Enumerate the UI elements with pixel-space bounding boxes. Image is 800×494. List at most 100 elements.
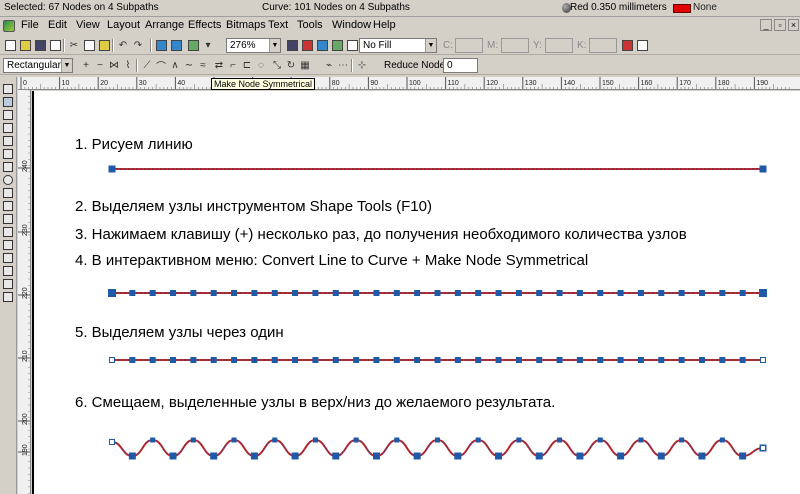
export-icon[interactable]: [169, 38, 183, 52]
alternate-node[interactable]: [332, 357, 339, 363]
minimize-icon[interactable]: _: [760, 19, 772, 31]
wave-end-node[interactable]: [760, 445, 766, 451]
wave-node[interactable]: [291, 452, 299, 460]
alternate-node[interactable]: [739, 357, 746, 363]
vertical-ruler[interactable]: 240 230 220 210 200 190: [18, 90, 31, 494]
extend-curve-icon[interactable]: ⌐: [226, 58, 240, 72]
line-node[interactable]: [658, 290, 665, 296]
alternate-node[interactable]: [210, 357, 217, 363]
chevron-down-icon[interactable]: ▼: [61, 59, 72, 72]
alternate-node[interactable]: [597, 357, 604, 363]
alternate-node[interactable]: [515, 357, 522, 363]
rectangle-tool-icon[interactable]: [2, 161, 15, 173]
wave-node[interactable]: [454, 452, 462, 460]
transform-icon[interactable]: [315, 38, 329, 52]
alternate-node[interactable]: [617, 357, 624, 363]
node-options-icon[interactable]: ⊹: [355, 58, 369, 72]
app-icon[interactable]: [3, 20, 15, 32]
line-node[interactable]: [739, 290, 746, 296]
chevron-down-icon[interactable]: ▼: [269, 39, 280, 52]
line-node[interactable]: [149, 290, 156, 296]
menu-text[interactable]: Text: [268, 19, 288, 31]
line-node[interactable]: [353, 290, 360, 296]
eyedropper-tool-icon[interactable]: [2, 252, 15, 264]
shape-tool-icon[interactable]: [2, 96, 15, 108]
color-picker-icon[interactable]: [620, 38, 634, 52]
line-node[interactable]: [414, 290, 421, 296]
alternate-node[interactable]: [271, 357, 278, 363]
undo-icon[interactable]: ↶: [116, 38, 130, 52]
menu-help[interactable]: Help: [373, 19, 396, 31]
alternate-node[interactable]: [393, 357, 400, 363]
wave-node[interactable]: [475, 437, 481, 443]
chevron-down-icon[interactable]: ▼: [425, 39, 436, 52]
menu-edit[interactable]: Edit: [48, 19, 67, 31]
delete-node-icon[interactable]: −: [93, 58, 107, 72]
wave-node[interactable]: [435, 437, 440, 443]
wave-node[interactable]: [657, 452, 665, 460]
alternate-node[interactable]: [698, 357, 705, 363]
alternate-node[interactable]: [637, 357, 644, 363]
elastic-mode-icon[interactable]: ⌁: [322, 58, 336, 72]
selection-mode-select[interactable]: Rectangular ▼: [3, 58, 73, 73]
reduce-nodes-field[interactable]: 0: [443, 58, 478, 73]
ellipse-tool-icon[interactable]: [2, 174, 15, 186]
alternate-node[interactable]: [658, 357, 665, 363]
alternate-end-node[interactable]: [760, 357, 766, 363]
line-node[interactable]: [597, 290, 604, 296]
new-file-icon[interactable]: [3, 38, 17, 52]
wave-node[interactable]: [332, 452, 340, 460]
line-node[interactable]: [271, 290, 278, 296]
drawing-canvas[interactable]: 1. Рисуем линию 2. Выделяем узлы инструм…: [32, 91, 800, 494]
line-node[interactable]: [312, 290, 319, 296]
alternate-node[interactable]: [475, 357, 482, 363]
alternate-node[interactable]: [536, 357, 543, 363]
menu-file[interactable]: File: [21, 19, 39, 31]
curve-drawing[interactable]: [32, 91, 800, 494]
alternate-node[interactable]: [454, 357, 461, 363]
wave-start-node[interactable]: [109, 439, 115, 445]
print-icon[interactable]: [48, 38, 62, 52]
wave-node[interactable]: [150, 437, 156, 443]
menu-bitmaps[interactable]: Bitmaps: [226, 19, 266, 31]
line-to-curve-icon[interactable]: ⌒: [154, 58, 168, 73]
rotate-nodes-icon[interactable]: ↻: [284, 58, 298, 72]
redo-icon[interactable]: ↷: [131, 38, 145, 52]
break-curve-icon[interactable]: ⌇: [121, 58, 135, 72]
wave-node[interactable]: [495, 452, 503, 460]
line-node[interactable]: [373, 290, 380, 296]
wave-node[interactable]: [353, 437, 359, 443]
reverse-direction-icon[interactable]: ⇄: [212, 58, 226, 72]
wave-node[interactable]: [231, 437, 237, 443]
fill-select[interactable]: No Fill ▼: [359, 38, 437, 53]
line-node[interactable]: [190, 290, 197, 296]
add-node-icon[interactable]: +: [79, 58, 93, 72]
pick-tool-icon[interactable]: [2, 83, 15, 95]
alternate-node[interactable]: [678, 357, 685, 363]
alternate-node[interactable]: [353, 357, 360, 363]
interactive-blend-tool-icon[interactable]: [2, 226, 15, 238]
close-icon[interactable]: ×: [788, 19, 799, 31]
line-node[interactable]: [637, 290, 644, 296]
line-node[interactable]: [170, 290, 177, 296]
menu-tools[interactable]: Tools: [297, 19, 323, 31]
line-node[interactable]: [678, 290, 685, 296]
wave-node[interactable]: [698, 452, 706, 460]
smart-fill-tool-icon[interactable]: [2, 148, 15, 160]
line-node[interactable]: [475, 290, 482, 296]
line-node[interactable]: [617, 290, 624, 296]
save-icon[interactable]: [33, 38, 47, 52]
y-field[interactable]: [545, 38, 573, 53]
zoom-tool-icon[interactable]: [2, 122, 15, 134]
cut-icon[interactable]: ✂: [67, 38, 81, 52]
wave-node[interactable]: [394, 437, 400, 443]
wave-node[interactable]: [739, 452, 747, 460]
alternate-node[interactable]: [231, 357, 238, 363]
wave-node[interactable]: [719, 437, 725, 443]
line-node[interactable]: [495, 290, 502, 296]
menu-window[interactable]: Window: [332, 19, 371, 31]
line-node[interactable]: [210, 290, 217, 296]
transparency-tool-icon[interactable]: [2, 239, 15, 251]
alternate-start-node[interactable]: [109, 357, 115, 363]
line-node[interactable]: [251, 290, 258, 296]
